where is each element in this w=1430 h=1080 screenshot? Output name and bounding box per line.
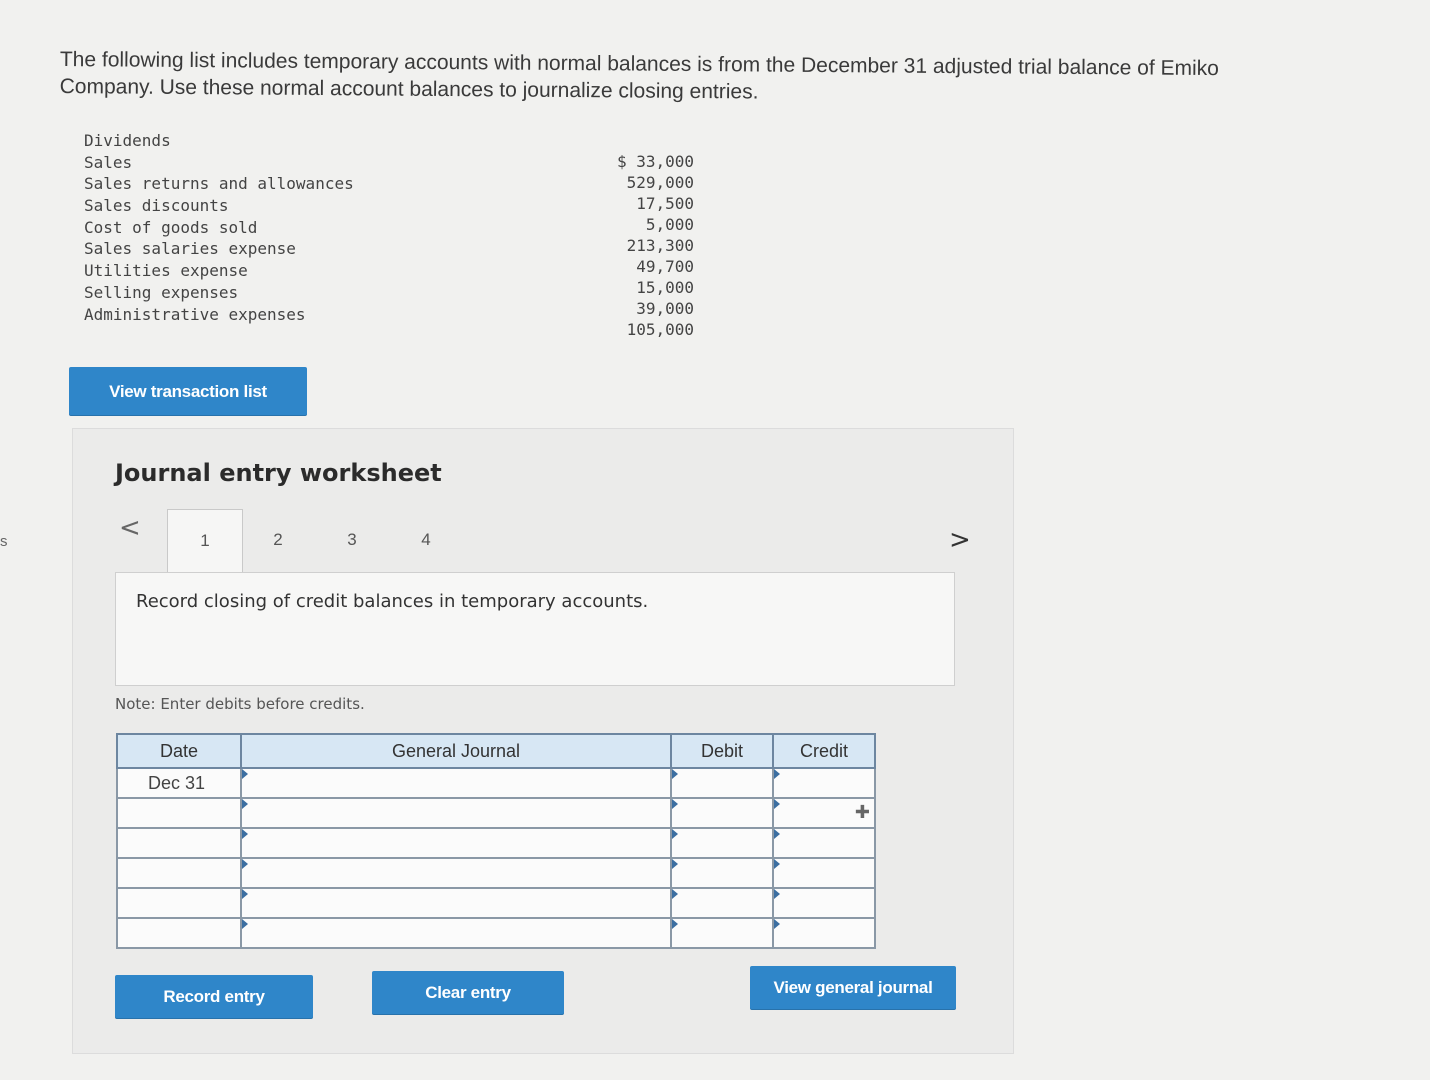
debit-input[interactable] [672, 799, 772, 827]
debit-input-cell [670, 887, 774, 919]
date-header: Date [116, 733, 242, 769]
tab-1[interactable]: 1 [167, 509, 243, 572]
debit-input-cell [670, 827, 774, 859]
account-name: Sales salaries expense [84, 239, 296, 259]
credit-input[interactable] [774, 919, 874, 947]
credit-input[interactable] [774, 889, 874, 917]
plus-icon[interactable]: ✚ [855, 803, 870, 821]
record-entry-button[interactable]: Record entry [115, 975, 313, 1019]
date-value [118, 803, 148, 823]
table-row: Dec 31 [116, 767, 876, 799]
credit-input[interactable] [774, 829, 874, 857]
account-input-cell [240, 797, 672, 829]
account-value: 49,700 [636, 257, 694, 276]
account-value: 529,000 [626, 173, 694, 192]
account-name: Dividends [84, 131, 171, 150]
account-name: Selling expenses [84, 282, 239, 302]
entry-note: Note: Enter debits before credits. [115, 695, 365, 713]
date-cell[interactable] [116, 857, 242, 889]
table-header-row: Date General Journal Debit Credit [116, 733, 876, 769]
debit-input-cell [670, 767, 774, 799]
table-row [116, 887, 876, 919]
debit-input[interactable] [672, 769, 772, 797]
date-cell[interactable] [116, 917, 242, 949]
view-transaction-list-button[interactable]: View transaction list [69, 367, 307, 416]
account-input-cell [240, 917, 672, 949]
instruction-box: Record closing of credit balances in tem… [115, 572, 955, 686]
account-name: Administrative expenses [84, 304, 306, 324]
view-general-journal-button[interactable]: View general journal [750, 966, 956, 1010]
date-value: Dec 31 [148, 772, 206, 793]
debit-input-cell [670, 857, 774, 889]
account-input-cell [240, 827, 672, 859]
account-input-cell [240, 767, 672, 799]
date-value [118, 893, 148, 913]
tab-2[interactable]: 2 [241, 509, 315, 571]
date-value [118, 863, 148, 883]
debit-input[interactable] [672, 829, 772, 857]
account-name: Sales returns and allowances [84, 174, 354, 194]
date-value [118, 833, 148, 853]
date-cell[interactable] [116, 797, 242, 829]
account-input[interactable] [242, 829, 670, 857]
account-name: Sales discounts [84, 196, 229, 216]
account-input[interactable] [242, 799, 670, 827]
account-name: Cost of goods sold [84, 217, 258, 237]
account-value: 17,500 [636, 194, 694, 213]
account-input-cell [240, 857, 672, 889]
credit-input-cell [772, 917, 876, 949]
account-value: 15,000 [636, 278, 694, 297]
account-value: 39,000 [636, 299, 694, 318]
date-value [118, 923, 148, 943]
worksheet-title: Journal entry worksheet [115, 459, 442, 487]
credit-header: Credit [772, 733, 876, 769]
debit-input[interactable] [672, 919, 772, 947]
account-input[interactable] [242, 889, 670, 917]
table-row [116, 917, 876, 949]
account-input[interactable] [242, 769, 670, 797]
date-cell: Dec 31 [116, 767, 242, 799]
table-row: ✚ [116, 797, 876, 829]
problem-intro: The following list includes temporary ac… [59, 47, 1220, 104]
general-journal-header: General Journal [240, 733, 672, 769]
date-cell[interactable] [116, 827, 242, 859]
instruction-text: Record closing of credit balances in tem… [136, 591, 649, 612]
edge-clipped-text: s [0, 533, 8, 550]
account-value: 5,000 [645, 215, 694, 234]
credit-input-cell: ✚ [772, 797, 876, 829]
debit-input[interactable] [672, 859, 772, 887]
account-value: 105,000 [626, 320, 694, 339]
debit-input-cell [670, 797, 774, 829]
credit-input-cell [772, 827, 876, 859]
table-row [116, 827, 876, 859]
credit-input-cell [772, 857, 876, 889]
account-value: 213,300 [626, 236, 694, 255]
date-cell[interactable] [116, 887, 242, 919]
account-input-cell [240, 887, 672, 919]
debit-input-cell [670, 917, 774, 949]
credit-input[interactable] [774, 859, 874, 887]
debit-header: Debit [670, 733, 774, 769]
table-row [116, 857, 876, 889]
account-input[interactable] [242, 919, 670, 947]
account-value: $ 33,000 [616, 152, 694, 171]
credit-input-cell [772, 767, 876, 799]
general-journal-table: Date General Journal Debit Credit Dec 31… [116, 733, 876, 949]
credit-input-cell [772, 887, 876, 919]
account-input[interactable] [242, 859, 670, 887]
journal-entry-worksheet: Journal entry worksheet < 1 2 3 4 > Reco… [72, 428, 1014, 1054]
tab-4[interactable]: 4 [389, 509, 463, 571]
account-name: Utilities expense [84, 261, 248, 281]
prev-arrow-icon[interactable]: < [119, 515, 141, 541]
credit-input[interactable] [774, 769, 874, 797]
clear-entry-button[interactable]: Clear entry [372, 971, 564, 1015]
tab-3[interactable]: 3 [315, 509, 389, 571]
next-arrow-icon[interactable]: > [949, 527, 971, 553]
debit-input[interactable] [672, 889, 772, 917]
account-name: Sales [84, 152, 133, 172]
